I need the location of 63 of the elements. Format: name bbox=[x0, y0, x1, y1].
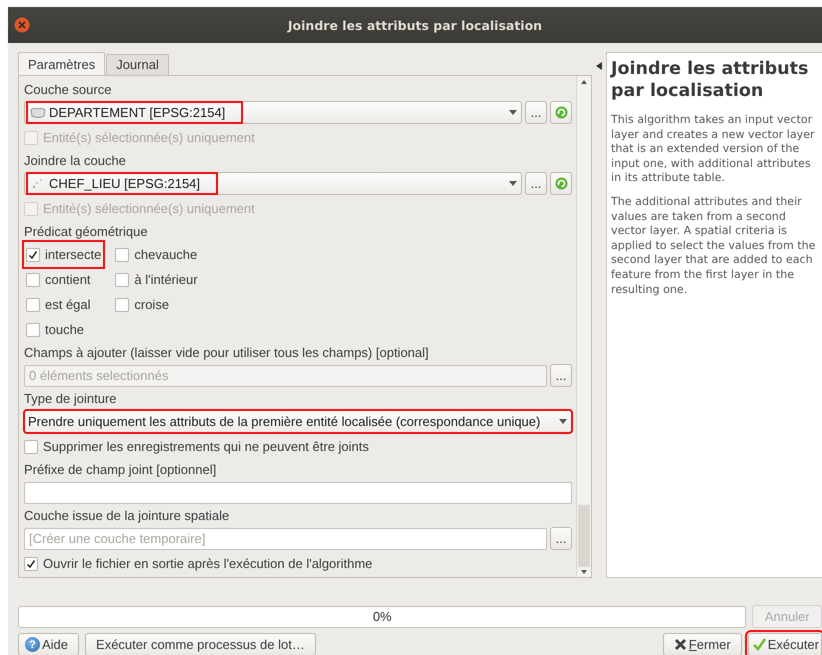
checkbox[interactable] bbox=[26, 322, 40, 336]
progress-text: 0% bbox=[372, 609, 392, 624]
field-label: Prédicat géométrique bbox=[24, 223, 149, 241]
field-label: Couche source bbox=[24, 81, 112, 99]
field-label: Type de jointure bbox=[24, 390, 118, 408]
collapse-arrow-icon[interactable] bbox=[596, 62, 602, 70]
checkbox[interactable] bbox=[115, 248, 130, 262]
window-title: Joindre les attributs par localisation bbox=[288, 18, 542, 32]
iterate-button[interactable] bbox=[550, 172, 572, 195]
checkbox[interactable] bbox=[26, 298, 40, 312]
tab[interactable]: Paramètres bbox=[18, 52, 106, 75]
close-button[interactable]: Fermer bbox=[662, 633, 742, 655]
checkbox-label: contient bbox=[45, 272, 91, 287]
join-type-dropdown[interactable]: Prendre uniquement les attributs de la première entité localisée (correspondance unique) bbox=[24, 410, 572, 433]
help-text: This algorithm takes an input vector layer and creates a new vector layer that is an extended version of the input one, with additional attributes in its attribute table. bbox=[611, 113, 816, 186]
checkbox-label: intersecte bbox=[45, 247, 102, 262]
browse-button[interactable]: ... bbox=[550, 527, 572, 550]
checkbox-label: Ouvrir le fichier en sortie après l'exécution de l'algorithme bbox=[43, 556, 372, 571]
layer-value: DEPARTEMENT [EPSG:2154] bbox=[28, 103, 242, 122]
polygon-layer-icon bbox=[30, 106, 46, 118]
checkbox-label: Entité(s) sélectionnée(s) uniquement bbox=[43, 201, 255, 216]
checkbox[interactable] bbox=[24, 556, 38, 570]
checkbox[interactable] bbox=[115, 272, 130, 286]
refresh-icon bbox=[554, 106, 568, 119]
field-label: Joindre la couche bbox=[24, 152, 127, 170]
refresh-icon bbox=[554, 177, 568, 190]
caret-icon bbox=[509, 110, 517, 115]
layer-dropdown[interactable]: CHEF_LIEU [EPSG:2154] bbox=[24, 172, 522, 195]
checkbox-label: touche bbox=[45, 322, 84, 337]
fields-input[interactable]: 0 éléments selectionnés bbox=[24, 364, 547, 386]
browse-button[interactable]: ... bbox=[550, 364, 572, 387]
field-label: Champs à ajouter (laisser vide pour utiliser tous les champs) [optional] bbox=[24, 344, 430, 362]
field-label: Préfixe de champ joint [optionnel] bbox=[24, 461, 218, 479]
help-icon: ? bbox=[25, 637, 40, 652]
checkbox-label: chevauche bbox=[134, 247, 198, 262]
help-text: The additional attributes and their values are taken from a second vector layer. A spatial criteria is applied to select the values from the second layer that are added to each feature from the first layer in the resulting one. bbox=[611, 194, 816, 298]
run-button[interactable]: Exécuter bbox=[748, 633, 822, 655]
checkbox-label: Entité(s) sélectionnée(s) uniquement bbox=[43, 130, 255, 145]
layer-value: CHEF_LIEU [EPSG:2154] bbox=[28, 174, 216, 193]
caret-icon bbox=[509, 181, 517, 186]
checkbox-label: croise bbox=[134, 297, 170, 312]
layer-dropdown[interactable]: DEPARTEMENT [EPSG:2154] bbox=[24, 101, 522, 124]
cross-icon bbox=[674, 638, 687, 651]
iterate-button[interactable] bbox=[550, 101, 572, 124]
output-input[interactable]: [Créer une couche temporaire] bbox=[24, 528, 547, 550]
check-icon bbox=[752, 638, 766, 651]
field-label: Couche issue de la jointure spatiale bbox=[24, 507, 230, 525]
checkbox[interactable] bbox=[24, 440, 38, 454]
batch-button[interactable]: Exécuter comme processus de lot… bbox=[85, 633, 316, 655]
close-icon[interactable] bbox=[14, 17, 30, 33]
prefix-input[interactable] bbox=[24, 482, 572, 504]
tab[interactable]: Journal bbox=[106, 54, 169, 75]
checkbox[interactable] bbox=[115, 298, 130, 312]
checkbox-label: Supprimer les enregistrements qui ne peuvent être joints bbox=[43, 439, 369, 454]
browse-button[interactable]: ... bbox=[525, 101, 547, 124]
help-title: Joindre les attributs par localisation bbox=[611, 58, 810, 102]
checkbox-label: à l'intérieur bbox=[134, 272, 198, 287]
checkbox[interactable] bbox=[26, 272, 40, 286]
checkbox-label: est égal bbox=[45, 297, 91, 312]
caret-icon bbox=[559, 419, 567, 424]
checkbox[interactable] bbox=[26, 248, 40, 262]
help-button[interactable]: ? Aide bbox=[18, 633, 80, 655]
browse-button[interactable]: ... bbox=[525, 172, 547, 195]
